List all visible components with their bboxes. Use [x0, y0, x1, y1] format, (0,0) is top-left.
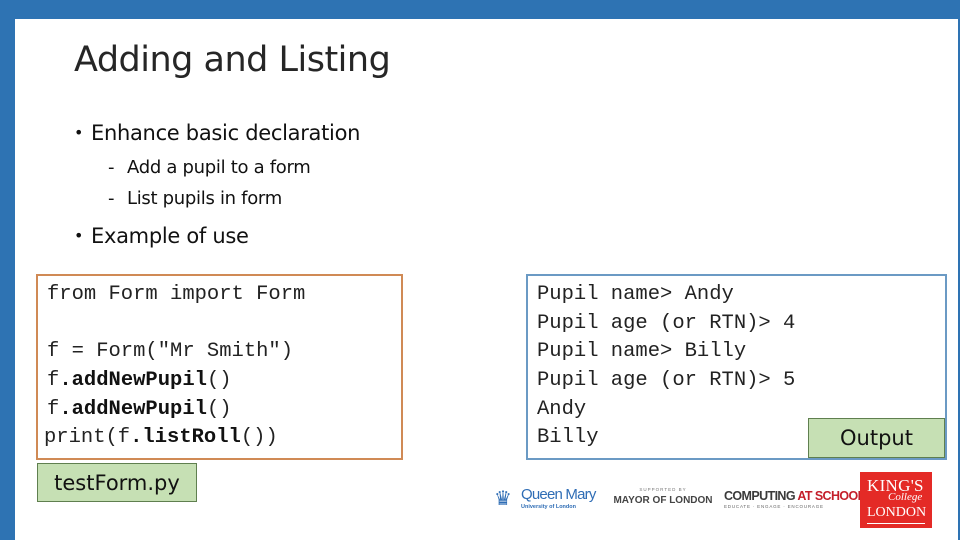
- output-line: Pupil age (or RTN)> 4: [537, 312, 796, 335]
- code-segment: (): [206, 369, 232, 392]
- supported-by-text: SUPPORTED BY: [639, 487, 687, 492]
- output-label: Output: [808, 418, 945, 458]
- code-segment: ()): [240, 426, 278, 449]
- code-segment: .addNewPupil: [59, 369, 207, 392]
- code-segment: f = Form("Mr Smith"): [47, 340, 294, 363]
- output-line: Pupil name> Billy: [537, 340, 747, 363]
- code-segment: from Form import Form: [47, 283, 306, 306]
- code-line: from Form import Form: [47, 283, 305, 306]
- code-line: f.addNewPupil(): [47, 369, 232, 392]
- queen-mary-name: Queen Mary: [521, 486, 596, 503]
- cas-name-part1: COMPUTING: [724, 489, 798, 503]
- code-line: f.addNewPupil(): [47, 398, 232, 421]
- computing-at-school-logo: COMPUTING AT SCHOOL EDUCATE · ENGAGE · E…: [724, 489, 865, 515]
- code-segment: (): [206, 398, 232, 421]
- subbullet-text: List pupils in form: [127, 188, 282, 209]
- cas-tagline: EDUCATE · ENGAGE · ENCOURAGE: [724, 504, 824, 509]
- bullet-text: Enhance basic declaration: [91, 121, 361, 145]
- bullet-text: Example of use: [91, 224, 249, 248]
- bullet-example: • Example of use: [74, 224, 249, 248]
- bullet-icon: •: [74, 123, 84, 142]
- output-line: Andy: [537, 398, 587, 421]
- queen-mary-logo: ♛ Queen Mary University of London: [494, 484, 596, 514]
- queen-mary-sub: University of London: [521, 504, 576, 510]
- output-line: Pupil age (or RTN)> 5: [537, 369, 796, 392]
- subbullet-list-pupils: - List pupils in form: [108, 188, 282, 209]
- code-line: f = Form("Mr Smith"): [47, 340, 293, 363]
- mayor-name: MAYOR OF LONDON: [613, 495, 713, 506]
- kings-college-logo: KING'S College LONDON: [860, 472, 932, 528]
- filename-label: testForm.py: [37, 463, 197, 502]
- code-segment: .listRoll: [130, 426, 241, 449]
- bullet-enhance: • Enhance basic declaration: [74, 121, 360, 145]
- output-line: Billy: [537, 426, 599, 449]
- subbullet-text: Add a pupil to a form: [127, 157, 311, 178]
- code-line: print(f.listRoll()): [44, 426, 278, 449]
- output-line: Pupil name> Andy: [537, 283, 734, 306]
- cas-name-part2: AT SCHOOL: [797, 489, 865, 503]
- cas-name: COMPUTING AT SCHOOL: [724, 489, 865, 503]
- kings-line2: College: [888, 491, 923, 503]
- code-segment: f: [47, 398, 60, 421]
- crown-icon: ♛: [494, 488, 512, 510]
- code-segment: f: [47, 369, 60, 392]
- code-box: from Form import Form f = Form("Mr Smith…: [36, 274, 403, 460]
- bullet-icon: •: [74, 226, 84, 245]
- dash-icon: -: [108, 157, 115, 178]
- code-segment: print(f: [44, 426, 131, 449]
- subbullet-add-pupil: - Add a pupil to a form: [108, 157, 311, 178]
- dash-icon: -: [108, 188, 115, 209]
- code-segment: .addNewPupil: [59, 398, 207, 421]
- slide-title: Adding and Listing: [74, 40, 391, 80]
- kings-underline: [867, 523, 925, 524]
- mayor-of-london-logo: SUPPORTED BY MAYOR OF LONDON: [613, 487, 713, 513]
- kings-line3: LONDON: [867, 505, 927, 520]
